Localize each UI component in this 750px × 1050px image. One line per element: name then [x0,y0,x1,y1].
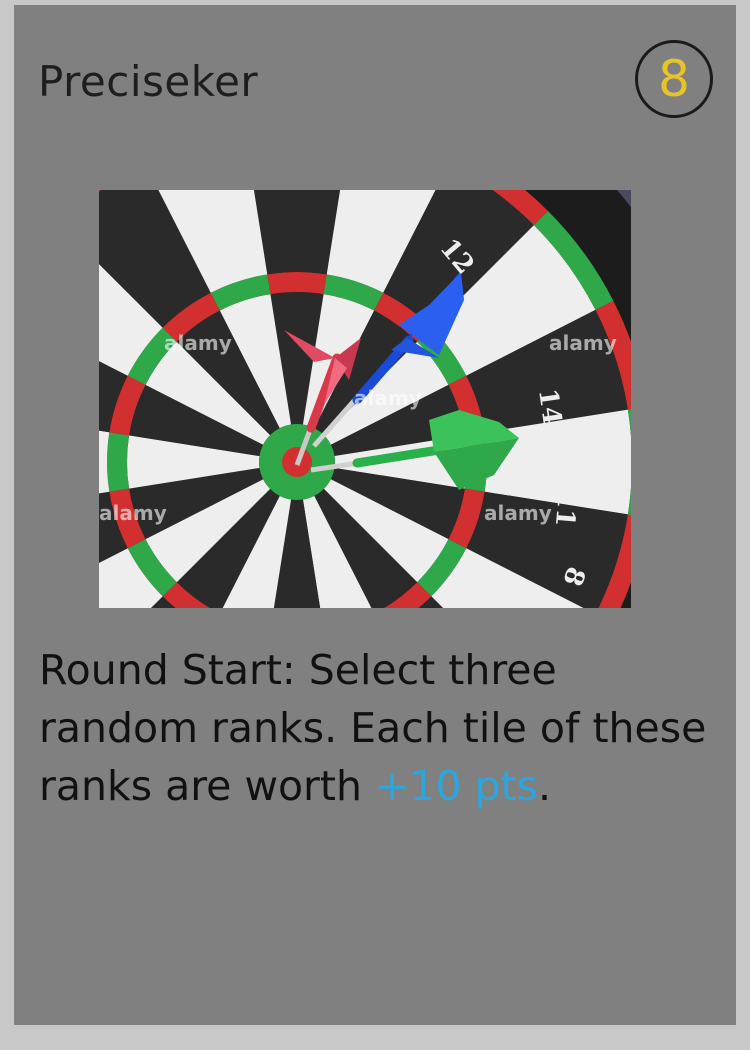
board-segment [107,432,130,492]
card-title: Preciseker [38,57,259,106]
bonus-points: +10 pts [375,762,539,810]
board-number: 11 [549,489,582,528]
watermark: alamy [99,501,167,525]
cost-badge: 8 [635,40,713,118]
rules-prefix: Round Start: Select three random ranks. … [39,646,707,810]
card-art: 5 12 9 14 11 8 alamy alamy alamy alamy a… [99,190,631,608]
watermark: alamy [484,501,552,525]
rules-suffix: . [538,762,552,810]
card: Preciseker 8 5 12 9 14 11 8 alamy alamy … [14,5,736,1025]
watermark: alamy [549,331,617,355]
watermark: alamy [354,386,422,410]
rules-text: Round Start: Select three random ranks. … [39,641,719,815]
watermark: alamy [164,331,232,355]
cost-value: 8 [658,50,690,108]
board-segment [267,272,327,295]
board-number: 14 [532,387,567,427]
